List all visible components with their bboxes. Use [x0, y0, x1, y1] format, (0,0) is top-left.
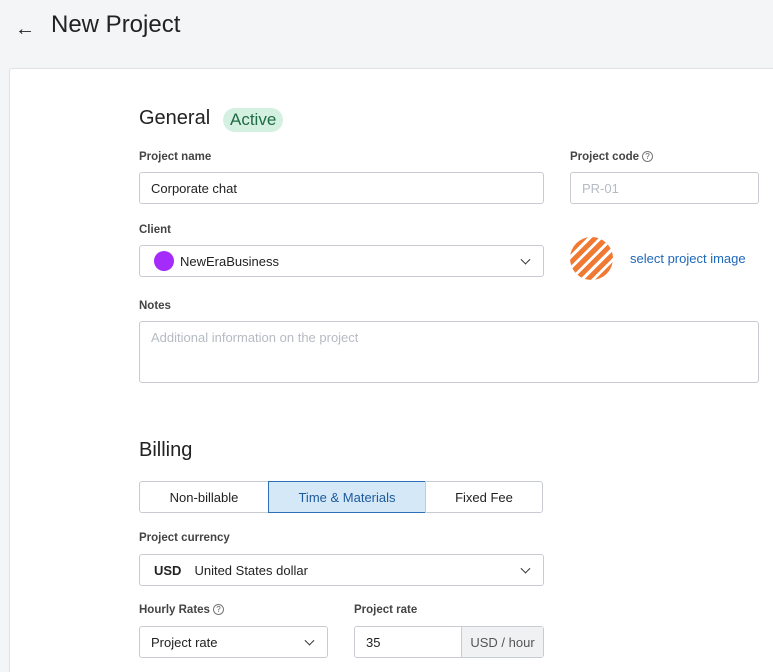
- chevron-down-icon: [304, 635, 315, 646]
- notes-label: Notes: [139, 300, 171, 312]
- back-arrow-icon[interactable]: ←: [14, 16, 36, 42]
- client-label: Client: [139, 224, 171, 236]
- billing-type-selector: Non-billable Time & Materials Fixed Fee: [139, 481, 543, 513]
- project-name-input[interactable]: Corporate chat: [139, 172, 544, 204]
- project-currency-select[interactable]: USD United States dollar: [139, 554, 544, 586]
- chevron-down-icon: [520, 563, 531, 574]
- hourly-rates-select[interactable]: Project rate: [139, 626, 328, 658]
- project-name-value: Corporate chat: [151, 180, 237, 196]
- hourly-rates-label: Hourly Rates?: [139, 604, 224, 616]
- notes-textarea[interactable]: Additional information on the project: [139, 321, 759, 383]
- project-code-placeholder: PR-01: [582, 180, 619, 196]
- client-avatar: [154, 251, 174, 271]
- project-form-card: General Active Project name Corporate ch…: [9, 68, 773, 672]
- project-name-label: Project name: [139, 151, 212, 163]
- currency-code: USD: [154, 562, 182, 578]
- billing-option-time-materials[interactable]: Time & Materials: [268, 481, 426, 513]
- billing-option-non-billable[interactable]: Non-billable: [139, 481, 269, 513]
- project-code-label-text: Project code: [570, 151, 640, 163]
- project-code-label: Project code?: [570, 151, 654, 163]
- project-rate-input[interactable]: 35 USD / hour: [354, 626, 544, 658]
- project-rate-label: Project rate: [354, 604, 418, 616]
- question-circle-icon[interactable]: ?: [212, 604, 224, 615]
- client-select[interactable]: NewEraBusiness: [139, 245, 544, 277]
- top-bar: ← New Project: [0, 0, 773, 58]
- status-badge: Active: [223, 108, 284, 132]
- project-currency-label: Project currency: [139, 532, 230, 544]
- question-circle-icon[interactable]: ?: [642, 151, 654, 162]
- hourly-rates-value: Project rate: [151, 634, 218, 650]
- page-title: New Project: [51, 11, 181, 38]
- select-project-image-link[interactable]: select project image: [630, 251, 746, 266]
- rate-unit-suffix: USD / hour: [461, 627, 543, 657]
- project-rate-value: 35: [366, 634, 381, 650]
- project-image-placeholder[interactable]: [570, 237, 613, 280]
- billing-option-fixed-fee[interactable]: Fixed Fee: [425, 481, 543, 513]
- billing-section-title: Billing: [139, 439, 193, 461]
- hourly-rates-label-text: Hourly Rates: [139, 604, 210, 616]
- client-value: NewEraBusiness: [180, 253, 279, 269]
- currency-name: United States dollar: [194, 562, 308, 578]
- notes-placeholder: Additional information on the project: [151, 330, 359, 345]
- general-section-title: General: [139, 107, 211, 129]
- project-code-input[interactable]: PR-01: [570, 172, 759, 204]
- chevron-down-icon: [520, 254, 531, 265]
